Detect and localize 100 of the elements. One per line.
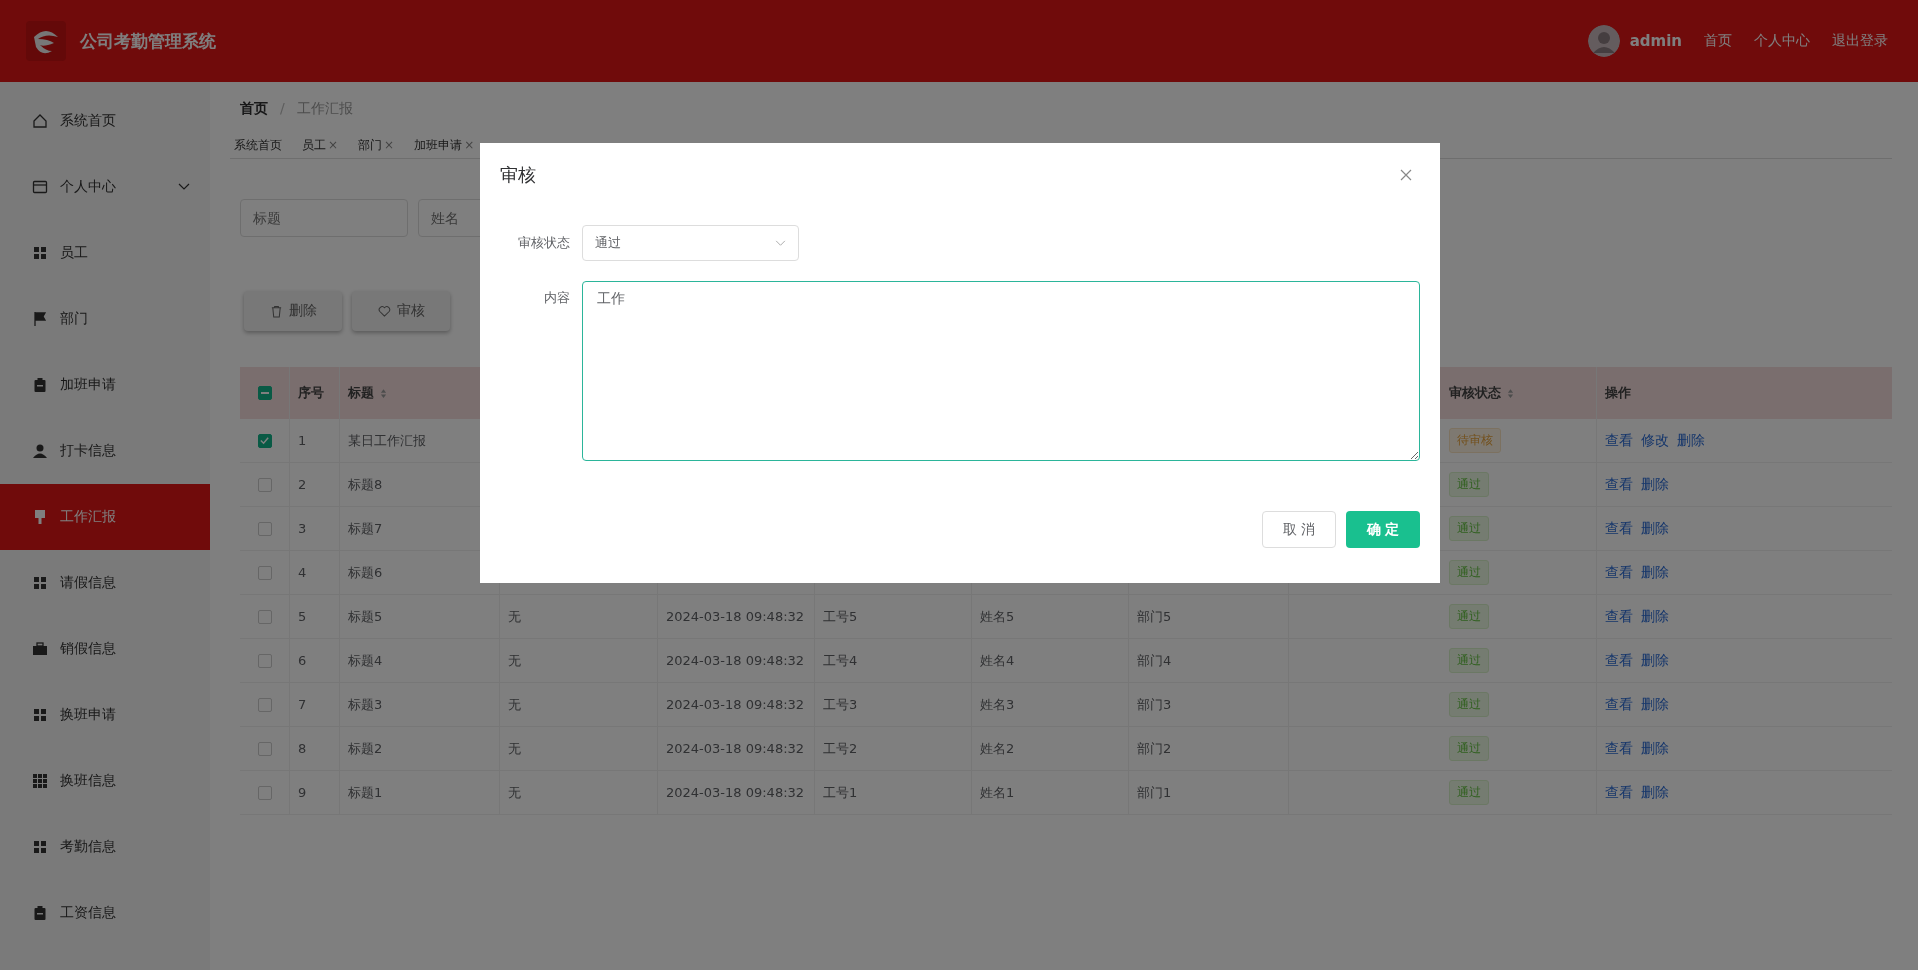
table-cell: 标题1 [348, 783, 383, 802]
row-action-link[interactable]: 查看 [1605, 475, 1633, 494]
status-tag: 通过 [1449, 648, 1489, 673]
header-link[interactable]: 退出登录 [1832, 32, 1888, 50]
row-action-link[interactable]: 删除 [1641, 783, 1669, 802]
column-header: 序号 [298, 384, 324, 402]
table-cell: 工号2 [823, 739, 858, 758]
row-checkbox[interactable] [257, 697, 272, 712]
row-checkbox[interactable] [257, 653, 272, 668]
menu-icon [32, 377, 48, 393]
row-action-link[interactable]: 查看 [1605, 695, 1633, 714]
row-action-link[interactable]: 查看 [1605, 739, 1633, 758]
table-cell: 某日工作汇报 [348, 431, 426, 450]
content-field[interactable]: 工作 [581, 281, 1420, 461]
action-button[interactable]: 审核 [352, 291, 450, 331]
column-header: 操作 [1605, 384, 1631, 402]
row-checkbox[interactable] [257, 477, 272, 492]
sidebar-item[interactable]: 个人中心 [0, 154, 210, 220]
confirm-button[interactable]: 确 定 [1346, 511, 1420, 548]
row-action-link[interactable]: 删除 [1641, 519, 1669, 538]
row-action-link[interactable]: 查看 [1605, 519, 1633, 538]
select-all-checkbox[interactable] [257, 386, 272, 400]
row-checkbox[interactable] [257, 433, 272, 448]
page-tab[interactable]: 系统首页 [230, 133, 286, 158]
table-cell: 7 [298, 697, 307, 712]
table-cell: 1 [298, 433, 307, 448]
row-action-link[interactable]: 查看 [1605, 651, 1633, 670]
row-action-link[interactable]: 查看 [1605, 607, 1633, 626]
table-cell: 部门3 [1137, 695, 1172, 714]
avatar-icon[interactable] [1587, 25, 1620, 57]
sidebar-item[interactable]: 打卡信息 [0, 418, 210, 484]
row-action-link[interactable]: 删除 [1641, 695, 1669, 714]
table-cell: 工号3 [823, 695, 858, 714]
table-cell: 标题6 [348, 563, 383, 582]
menu-icon [32, 245, 48, 261]
menu-icon [32, 509, 48, 525]
status-select[interactable]: 通过 [582, 225, 799, 261]
row-action-link[interactable]: 删除 [1641, 739, 1669, 758]
table-cell: 2024-03-18 09:48:32 [666, 785, 805, 800]
field-label: 内容 [542, 289, 570, 307]
search-field[interactable]: 标题 [240, 199, 408, 237]
table-cell: 无 [508, 695, 521, 714]
sidebar-item[interactable]: 考勤信息 [0, 814, 210, 880]
table-cell: 2024-03-18 09:48:32 [666, 741, 805, 756]
sidebar-item[interactable]: 员工 [0, 220, 210, 286]
column-header: 标题 [348, 384, 374, 402]
row-action-link[interactable]: 查看 [1605, 431, 1633, 450]
table-cell: 2024-03-18 09:48:32 [666, 653, 805, 668]
table-cell: 2024-03-18 09:48:32 [666, 697, 805, 712]
sidebar-item[interactable]: 工作汇报 [0, 484, 210, 550]
row-action-link[interactable]: 查看 [1605, 783, 1633, 802]
table-cell: 标题5 [348, 607, 383, 626]
row-action-link[interactable]: 删除 [1641, 475, 1669, 494]
page-tab[interactable]: 员工 × [298, 133, 343, 158]
row-checkbox[interactable] [257, 785, 272, 800]
status-tag: 通过 [1449, 560, 1489, 585]
row-action-link[interactable]: 删除 [1641, 563, 1669, 582]
row-checkbox[interactable] [257, 565, 272, 580]
menu-icon [32, 575, 48, 591]
column-header: 审核状态 [1449, 384, 1501, 402]
header-link[interactable]: 个人中心 [1754, 32, 1810, 50]
status-tag: 通过 [1449, 736, 1489, 761]
menu-icon [32, 443, 48, 459]
sidebar-item[interactable]: 工资信息 [0, 880, 210, 946]
menu-icon [32, 179, 48, 195]
breadcrumb-separator: / [280, 100, 285, 118]
row-action-link[interactable]: 删除 [1641, 607, 1669, 626]
table-cell: 标题7 [348, 519, 383, 538]
sort-icon[interactable] [1507, 387, 1514, 399]
sidebar-item[interactable]: 加班申请 [0, 352, 210, 418]
sidebar-item[interactable]: 部门 [0, 286, 210, 352]
row-action-link[interactable]: 删除 [1677, 431, 1705, 450]
table-cell: 4 [298, 565, 307, 580]
menu-icon [32, 773, 48, 789]
page-tab[interactable]: 加班申请 × [410, 133, 479, 158]
breadcrumb-link[interactable]: 首页 [240, 100, 268, 122]
action-button[interactable]: 删除 [244, 291, 342, 331]
sidebar-item[interactable]: 系统首页 [0, 88, 210, 154]
sidebar-item[interactable]: 换班申请 [0, 682, 210, 748]
table-cell: 8 [298, 741, 307, 756]
row-checkbox[interactable] [257, 609, 272, 624]
sort-icon[interactable] [380, 387, 387, 399]
sidebar-item[interactable]: 换班信息 [0, 748, 210, 814]
table-cell: 标题2 [348, 739, 383, 758]
sidebar-item[interactable]: 请假信息 [0, 550, 210, 616]
row-checkbox[interactable] [257, 521, 272, 536]
status-tag: 通过 [1449, 780, 1489, 805]
row-action-link[interactable]: 查看 [1605, 563, 1633, 582]
row-checkbox[interactable] [257, 741, 272, 756]
cancel-button[interactable]: 取 消 [1262, 511, 1336, 548]
row-action-link[interactable]: 删除 [1641, 651, 1669, 670]
row-action-link[interactable]: 修改 [1641, 431, 1669, 450]
page-tab[interactable]: 部门 × [354, 133, 399, 158]
header-link[interactable]: 首页 [1704, 32, 1732, 50]
menu-icon [32, 113, 48, 129]
table-cell: 部门4 [1137, 651, 1172, 670]
close-icon[interactable] [1400, 169, 1412, 181]
table-cell: 无 [508, 651, 521, 670]
sidebar-item[interactable]: 销假信息 [0, 616, 210, 682]
menu-icon [32, 641, 48, 657]
